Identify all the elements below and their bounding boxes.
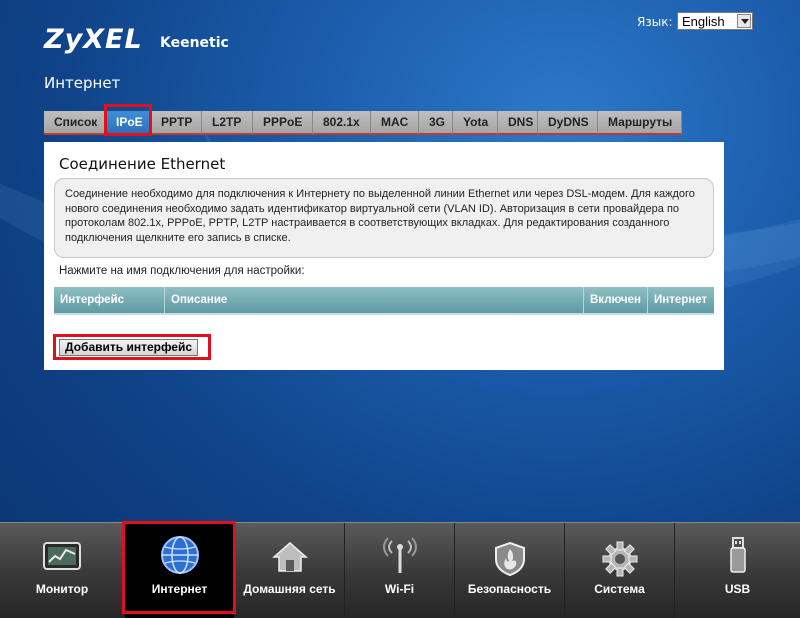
tab-dydns[interactable]: DyDNS: [538, 111, 598, 135]
nav-system-label: Система: [594, 582, 645, 596]
language-select[interactable]: English: [677, 12, 753, 30]
hint-text: Нажмите на имя подключения для настройки…: [59, 265, 305, 277]
language-label: Язык:: [637, 15, 673, 29]
gear-icon: [602, 541, 637, 577]
nav-security[interactable]: Безопасность: [455, 523, 565, 618]
nav-security-label: Безопасность: [467, 582, 552, 596]
nav-monitor-label: Монитор: [35, 582, 89, 596]
language-value: English: [682, 14, 725, 29]
monitor-icon: [43, 542, 81, 570]
tab-3g[interactable]: 3G: [419, 111, 453, 135]
tab-yota[interactable]: Yota: [453, 111, 498, 135]
tab-dns[interactable]: DNS: [498, 111, 538, 135]
tab-list[interactable]: Список: [44, 111, 106, 135]
shield-icon: [494, 541, 525, 577]
nav-wifi-label: Wi-Fi: [384, 582, 415, 596]
chevron-down-icon[interactable]: [737, 14, 751, 28]
model-name: Keenetic: [160, 35, 229, 51]
zyxel-logo: ZyXEL: [44, 24, 143, 55]
nav-system[interactable]: Система: [565, 523, 675, 618]
bottom-nav: Монитор Интернет Домашняя сеть Wi-Fi Без…: [0, 522, 800, 618]
page-title: Интернет: [44, 74, 121, 92]
highlight-ipoe-tab: [104, 104, 152, 136]
tab-mac[interactable]: MAC: [371, 111, 419, 135]
tab-pppoe[interactable]: PPPoE: [253, 111, 313, 135]
nav-usb[interactable]: USB: [675, 523, 800, 618]
info-text: Соединение необходимо для подключения к …: [65, 188, 695, 244]
info-box: Соединение необходимо для подключения к …: [54, 178, 714, 258]
wifi-antenna-icon: [382, 537, 417, 573]
highlight-internet-nav: [122, 521, 236, 614]
usb-icon: [729, 537, 746, 573]
col-interface[interactable]: Интерфейс: [54, 287, 165, 313]
nav-home-network-label: Домашняя сеть: [243, 582, 336, 596]
col-description[interactable]: Описание: [165, 287, 584, 313]
tab-routes[interactable]: Маршруты: [598, 111, 682, 135]
tab-l2tp[interactable]: L2TP: [202, 111, 253, 135]
home-icon: [271, 542, 308, 572]
tab-pptp[interactable]: PPTP: [151, 111, 202, 135]
nav-usb-label: USB: [724, 582, 751, 596]
nav-home-network[interactable]: Домашняя сеть: [235, 523, 345, 618]
panel-title: Соединение Ethernet: [59, 155, 226, 173]
highlight-add-button: [53, 334, 211, 360]
interfaces-table-header: Интерфейс Описание Включен Интернет: [54, 287, 714, 315]
nav-wifi[interactable]: Wi-Fi: [345, 523, 455, 618]
nav-monitor[interactable]: Монитор: [0, 523, 125, 618]
col-enabled[interactable]: Включен: [584, 287, 648, 313]
col-internet[interactable]: Интернет: [648, 287, 714, 313]
tab-8021x[interactable]: 802.1x: [313, 111, 371, 135]
